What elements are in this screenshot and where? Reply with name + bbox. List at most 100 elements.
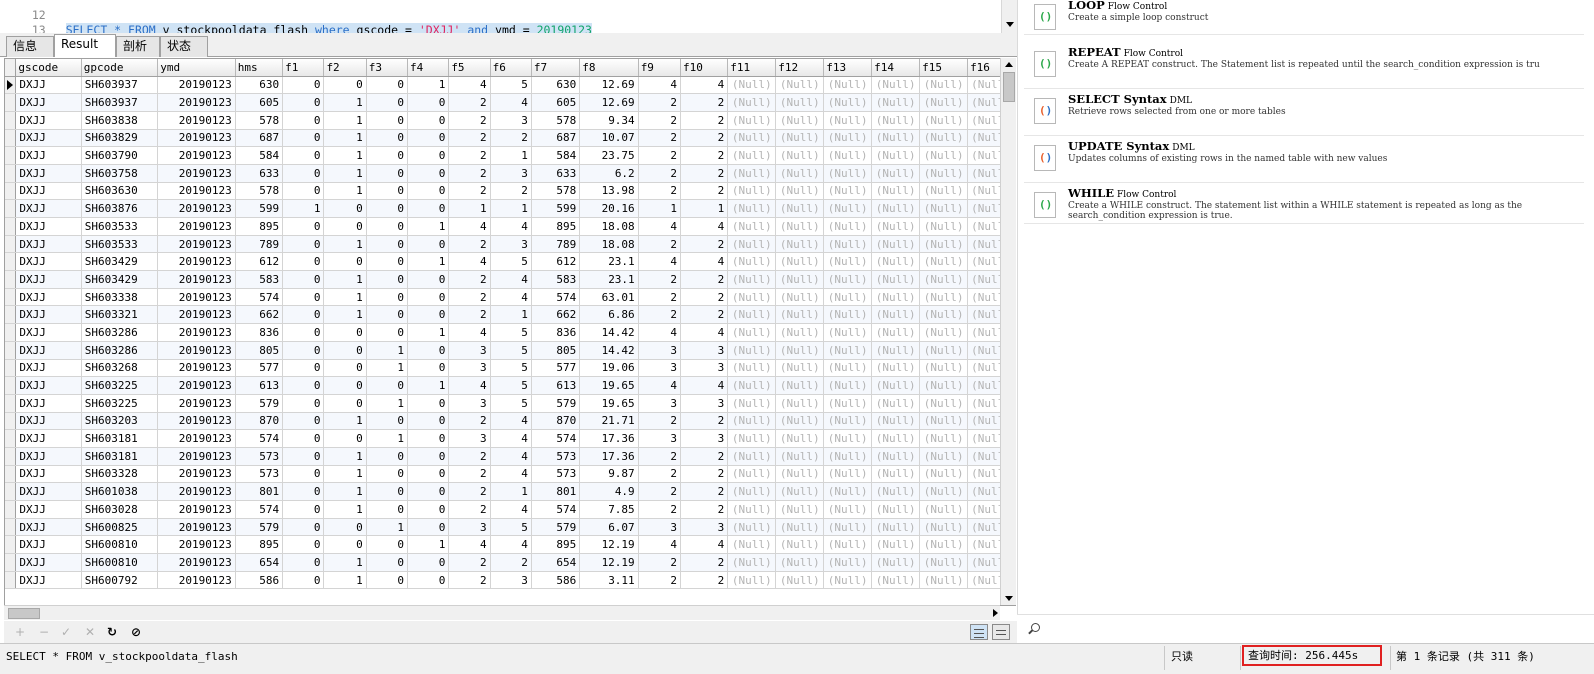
cell-gscode[interactable]: DXJJ (15, 305, 82, 325)
cell-f9[interactable]: 3 (638, 341, 681, 360)
cell-gscode[interactable]: DXJJ (15, 465, 82, 484)
row-indicator[interactable] (5, 359, 17, 378)
cell-f3[interactable]: 0 (366, 182, 409, 201)
cell-ymd[interactable]: 20190123 (157, 429, 236, 448)
cell-f13[interactable]: (Null) (823, 235, 873, 254)
cell-f10[interactable]: 4 (680, 252, 729, 272)
cell-gpcode[interactable]: SH603268 (81, 359, 159, 378)
table-row[interactable]: DXJJ SH603338 20190123 574 0 1 0 0 2 4 574 63.01 2 2(… (5, 288, 1015, 307)
cell-hms[interactable]: 612 (235, 252, 284, 272)
cell-f1[interactable]: 0 (282, 111, 325, 130)
cell-f10[interactable]: 2 (680, 146, 729, 165)
cell-f14[interactable]: (Null) (871, 394, 921, 413)
cell-f7[interactable]: 574 (531, 500, 581, 519)
cell-f4[interactable]: 1 (407, 217, 450, 236)
cell-f5[interactable]: 4 (448, 217, 491, 236)
cell-f3[interactable]: 0 (366, 571, 409, 590)
column-header-f4[interactable]: f4 (407, 59, 450, 77)
cell-f12[interactable]: (Null) (775, 323, 825, 342)
row-indicator[interactable] (5, 447, 17, 466)
row-indicator[interactable] (5, 111, 17, 130)
cell-f12[interactable]: (Null) (775, 235, 825, 254)
cell-f14[interactable]: (Null) (871, 164, 921, 183)
cell-f10[interactable]: 4 (680, 76, 729, 95)
table-row[interactable]: DXJJ SH603630 20190123 578 0 1 0 0 2 2 578 13.98 2 2(… (5, 182, 1015, 201)
cell-f12[interactable]: (Null) (775, 146, 825, 165)
cell-f15[interactable]: (Null) (919, 376, 969, 395)
table-row[interactable]: DXJJ SH603758 20190123 633 0 1 0 0 2 3 633 6.2 2 2 (Nu… (5, 164, 1015, 183)
cell-f2[interactable]: 0 (323, 341, 367, 360)
cell-gpcode[interactable]: SH603225 (81, 394, 159, 413)
cell-f4[interactable]: 0 (407, 429, 450, 448)
cell-gpcode[interactable]: SH603338 (81, 288, 159, 307)
cell-ymd[interactable]: 20190123 (157, 235, 236, 254)
cell-f6[interactable]: 4 (490, 465, 532, 484)
table-row[interactable]: DXJJ SH603937 20190123 630 0 0 0 1 4 5 630 12.69 4 4(… (5, 76, 1015, 95)
cell-f7[interactable]: 577 (531, 359, 581, 378)
column-header-f10[interactable]: f10 (680, 59, 729, 77)
cell-ymd[interactable]: 20190123 (157, 394, 236, 413)
cell-f3[interactable]: 0 (366, 76, 409, 95)
cell-f13[interactable]: (Null) (823, 323, 873, 342)
cell-f13[interactable]: (Null) (823, 429, 873, 448)
cell-gscode[interactable]: DXJJ (15, 146, 82, 165)
row-indicator[interactable] (5, 465, 17, 484)
cell-f15[interactable]: (Null) (919, 394, 969, 413)
cell-f6[interactable]: 4 (490, 535, 532, 555)
cell-f12[interactable]: (Null) (775, 129, 825, 148)
cell-f13[interactable]: (Null) (823, 182, 873, 201)
cell-hms[interactable]: 805 (235, 341, 284, 360)
cell-f2[interactable]: 1 (323, 571, 367, 590)
cell-f1[interactable]: 0 (282, 129, 325, 148)
cell-f11[interactable]: (Null) (727, 482, 777, 501)
cell-f14[interactable]: (Null) (871, 323, 921, 342)
cell-f3[interactable]: 0 (366, 305, 409, 325)
cell-f4[interactable]: 0 (407, 129, 450, 148)
cell-f12[interactable]: (Null) (775, 288, 825, 307)
cell-f3[interactable]: 0 (366, 412, 409, 431)
cell-f11[interactable]: (Null) (727, 394, 777, 413)
cell-f12[interactable]: (Null) (775, 447, 825, 466)
column-header-ymd[interactable]: ymd (157, 59, 236, 77)
editor-scrollbar[interactable] (1001, 0, 1017, 33)
cell-gpcode[interactable]: SH603533 (81, 217, 159, 236)
cell-hms[interactable]: 801 (235, 482, 284, 501)
cell-f4[interactable]: 0 (407, 447, 450, 466)
snippet-item-select-syntax[interactable]: () SELECT Syntax DML Retrieve rows selected… (1024, 90, 1584, 136)
cell-f10[interactable]: 3 (680, 429, 729, 448)
cell-f8[interactable]: 18.08 (579, 217, 639, 236)
cell-f7[interactable]: 613 (531, 376, 581, 395)
cell-f1[interactable]: 0 (282, 359, 325, 378)
cell-gscode[interactable]: DXJJ (15, 359, 82, 378)
cell-hms[interactable]: 574 (235, 500, 284, 519)
cell-f12[interactable]: (Null) (775, 199, 825, 218)
cell-f15[interactable]: (Null) (919, 429, 969, 448)
cell-gscode[interactable]: DXJJ (15, 376, 82, 395)
cell-f7[interactable]: 789 (531, 235, 581, 254)
cell-f8[interactable]: 6.07 (579, 518, 639, 537)
scroll-thumb[interactable] (1003, 72, 1015, 102)
row-indicator[interactable] (5, 482, 17, 501)
cell-f8[interactable]: 13.98 (579, 182, 639, 201)
cell-f1[interactable]: 0 (282, 93, 325, 112)
table-row[interactable]: DXJJ SH603790 20190123 584 0 1 0 0 2 1 584 23.75 2 2(… (5, 146, 1015, 165)
cell-f5[interactable]: 2 (448, 129, 491, 148)
cell-f2[interactable]: 1 (323, 164, 367, 183)
cell-f15[interactable]: (Null) (919, 359, 969, 378)
form-view-icon[interactable] (992, 624, 1010, 640)
cell-gscode[interactable]: DXJJ (15, 129, 82, 148)
cell-f13[interactable]: (Null) (823, 482, 873, 501)
cell-hms[interactable]: 895 (235, 217, 284, 236)
cell-ymd[interactable]: 20190123 (157, 535, 236, 555)
cell-f9[interactable]: 2 (638, 270, 681, 289)
cell-f3[interactable]: 0 (366, 553, 409, 572)
cell-f12[interactable]: (Null) (775, 111, 825, 130)
cell-f10[interactable]: 2 (680, 235, 729, 254)
row-indicator[interactable] (5, 518, 17, 537)
cell-f8[interactable]: 23.1 (579, 270, 639, 289)
cell-f11[interactable]: (Null) (727, 76, 777, 95)
cell-ymd[interactable]: 20190123 (157, 376, 236, 395)
cell-f11[interactable]: (Null) (727, 252, 777, 272)
cell-f9[interactable]: 2 (638, 500, 681, 519)
cell-f7[interactable]: 870 (531, 412, 581, 431)
